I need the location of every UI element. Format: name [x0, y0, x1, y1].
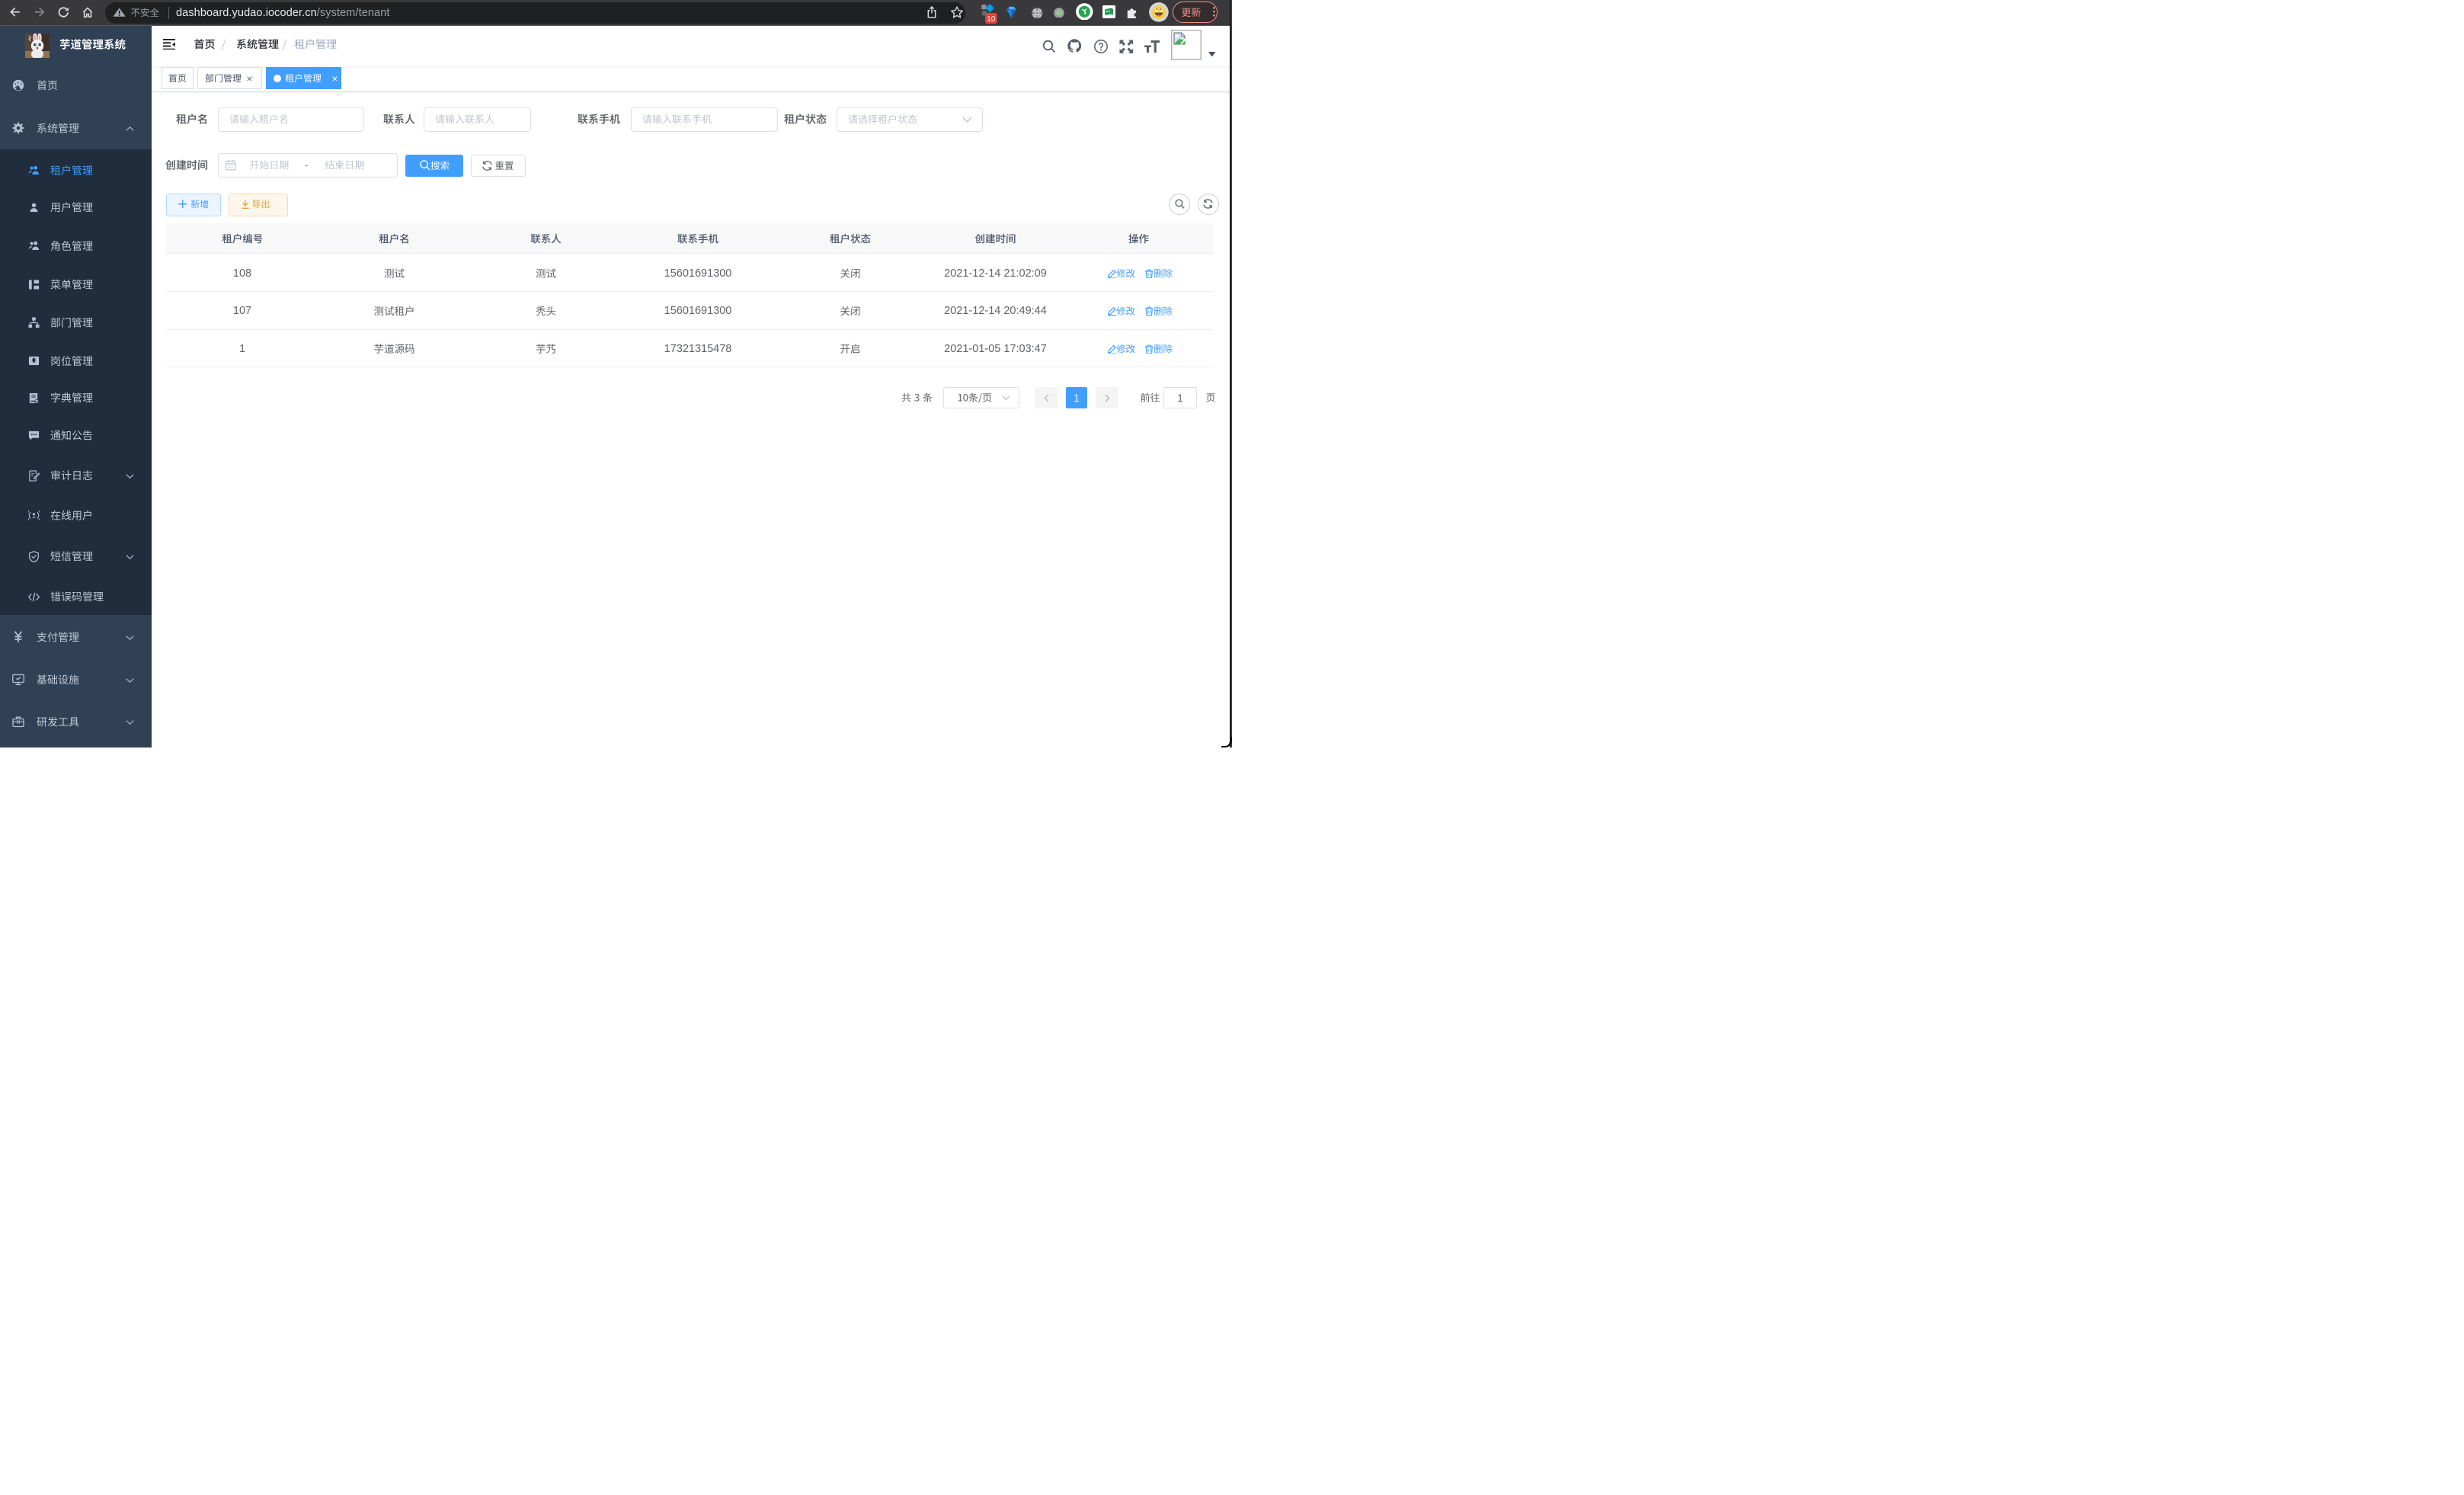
svg-text:10: 10	[987, 15, 996, 24]
